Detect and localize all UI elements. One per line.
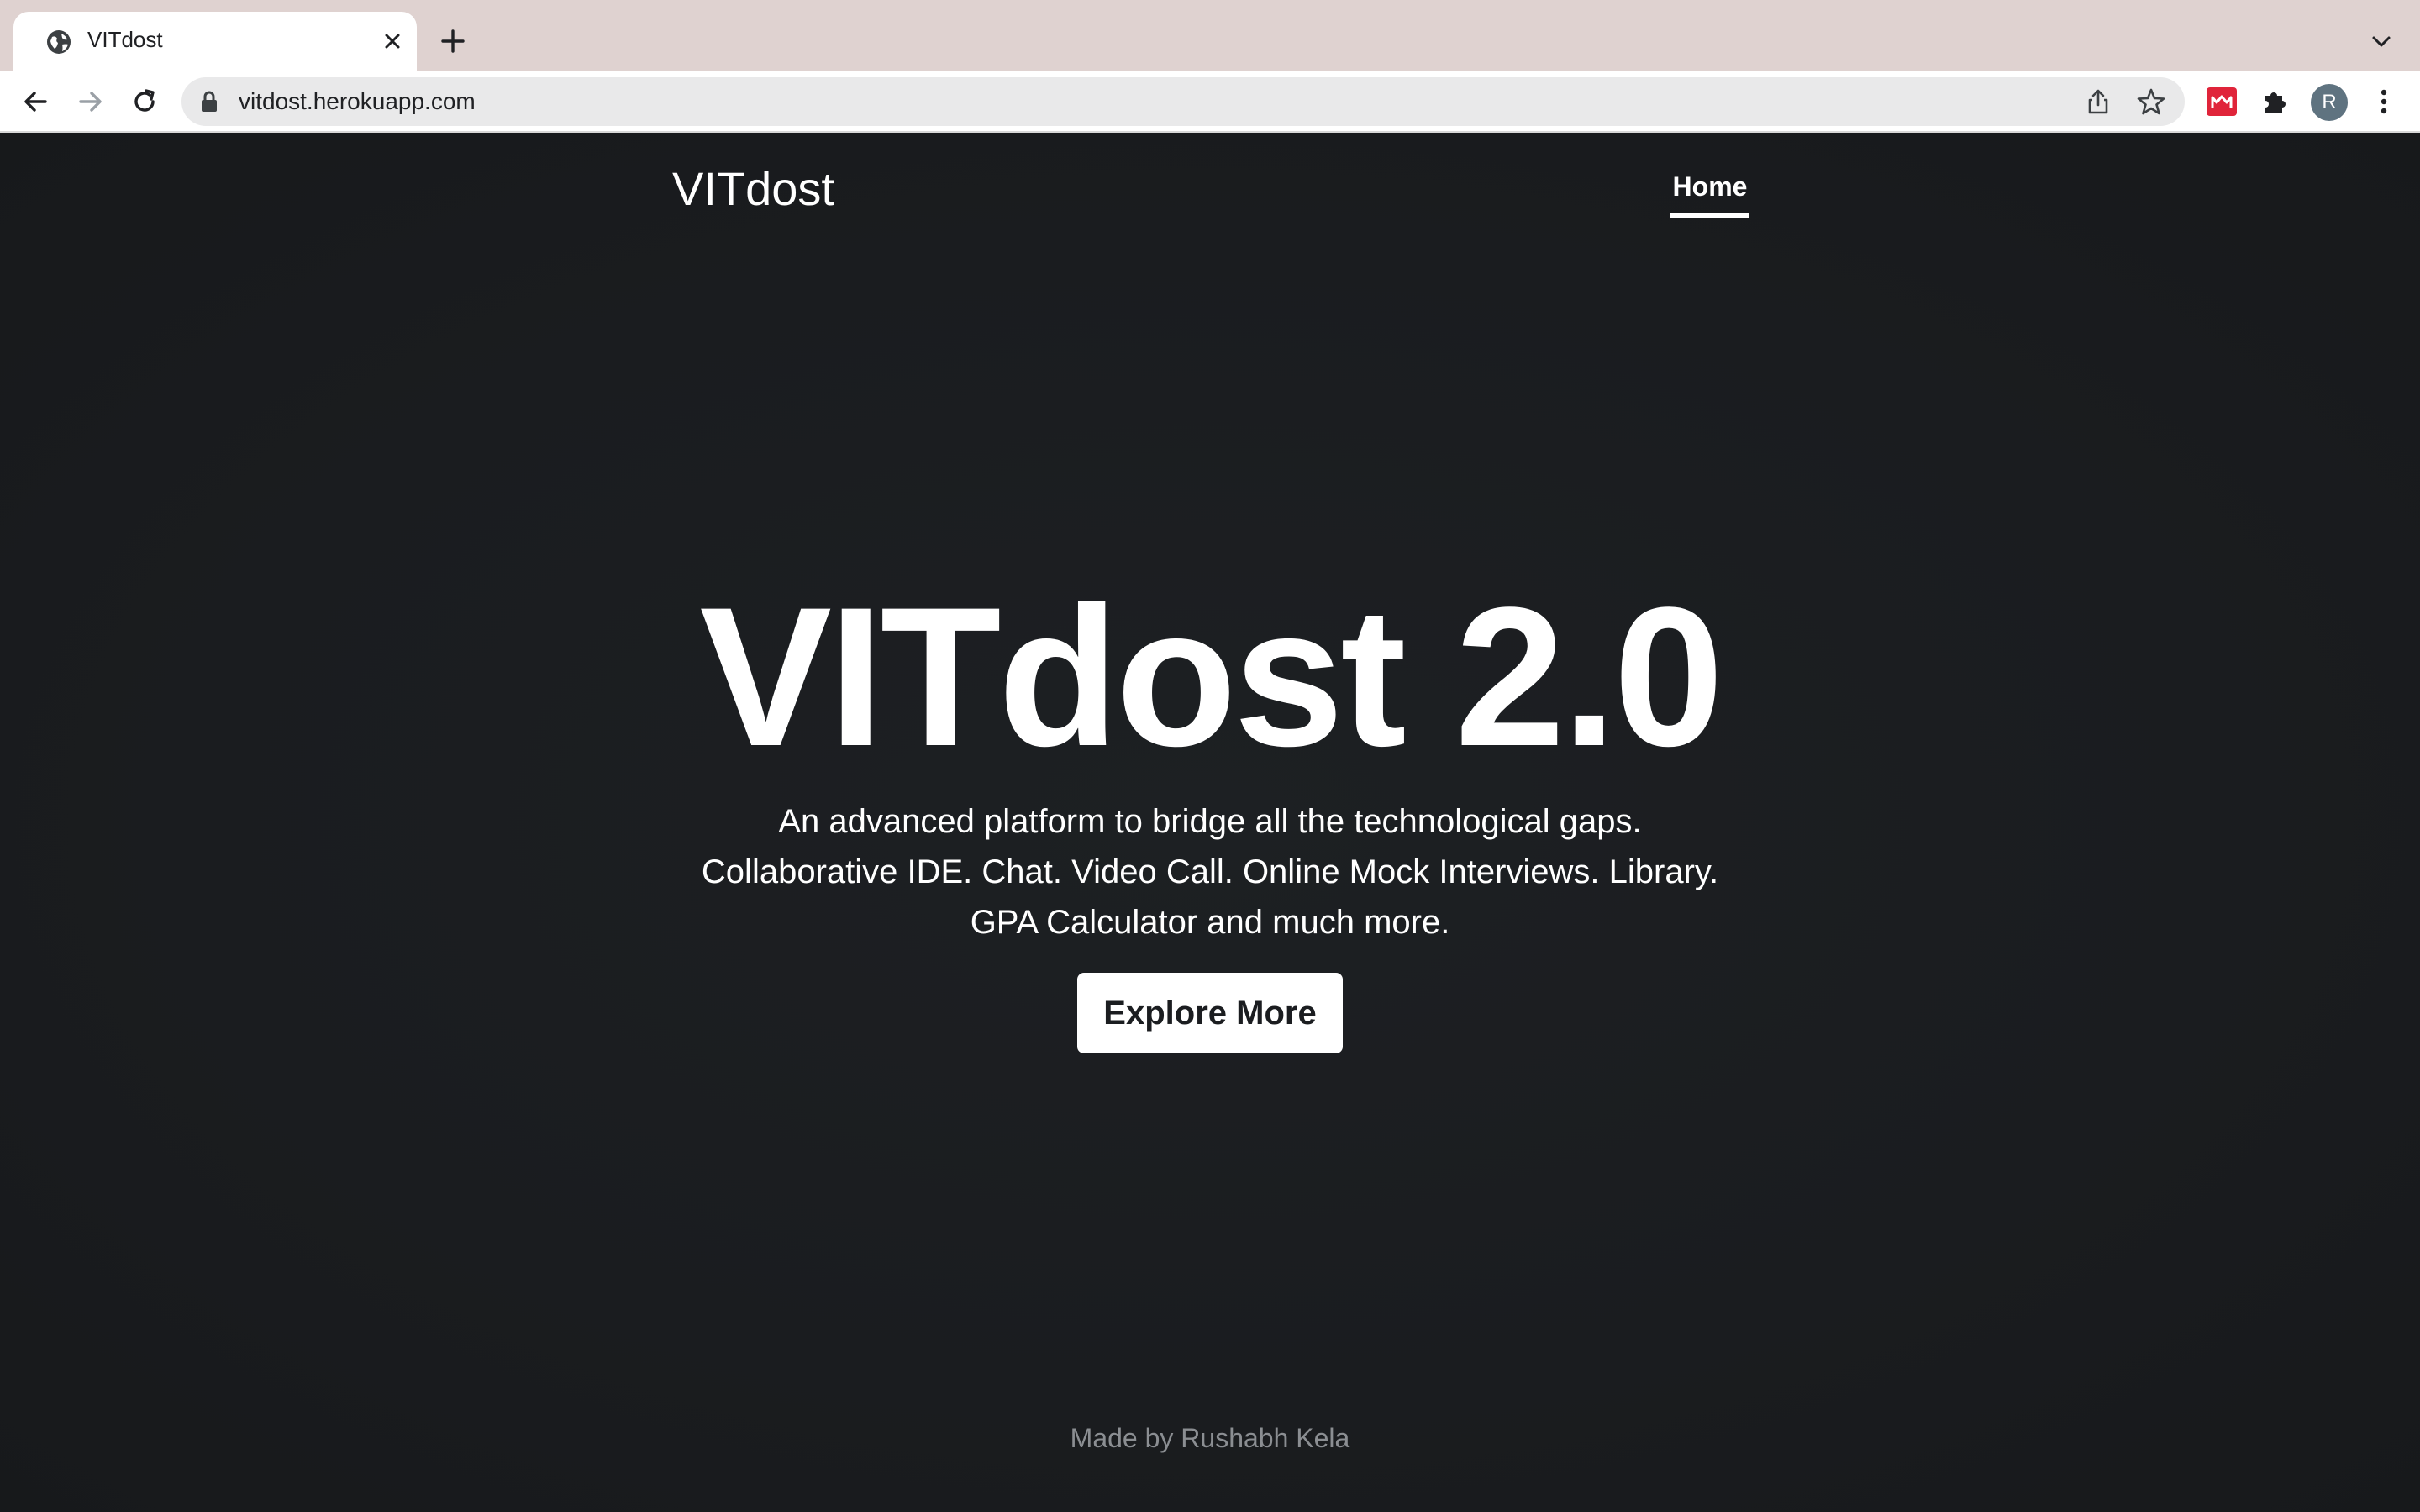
lock-icon[interactable] [198, 90, 220, 113]
star-icon[interactable] [2136, 87, 2166, 117]
avatar[interactable]: R [2311, 84, 2348, 121]
extension-icon[interactable] [2207, 87, 2237, 116]
back-arrow-icon[interactable] [20, 86, 52, 118]
hero-title: VITdost 2.0 [699, 566, 1724, 788]
puzzle-icon[interactable] [2259, 86, 2291, 118]
forward-arrow-icon[interactable] [74, 86, 106, 118]
menu-dots-icon[interactable] [2371, 86, 2396, 118]
url-text[interactable]: vitdost.herokuapp.com [239, 88, 476, 115]
reload-icon[interactable] [129, 86, 160, 118]
browser-tab-active[interactable]: VITdost [13, 12, 417, 71]
explore-more-button[interactable]: Explore More [1077, 973, 1343, 1053]
footer-credit: Made by Rushabh Kela [1070, 1423, 1350, 1453]
plus-icon[interactable] [439, 27, 467, 55]
hero-lead-line: GPA Calculator and much more. [970, 904, 1450, 941]
share-icon[interactable] [2084, 87, 2112, 116]
address-bar[interactable]: vitdost.herokuapp.com [182, 77, 2185, 126]
chevron-down-icon[interactable] [2368, 29, 2395, 55]
nav-home-link[interactable]: Home [1670, 171, 1749, 218]
hero-lead-line: An advanced platform to bridge all the t… [778, 803, 1642, 840]
browser-tabstrip: VITdost [0, 0, 2420, 71]
browser-toolbar: vitdost.herokuapp.com R [0, 71, 2420, 133]
site-brand[interactable]: VITdost [672, 161, 834, 216]
hero-lead: An advanced platform to bridge all the t… [622, 796, 1798, 948]
close-icon[interactable] [380, 29, 405, 54]
page-content: VITdost Home VITdost 2.0 An advanced pla… [0, 133, 2420, 1512]
hero-lead-line: Collaborative IDE. Chat. Video Call. Onl… [701, 853, 1719, 890]
tab-title: VITdost [87, 27, 163, 52]
globe-icon [47, 30, 71, 54]
